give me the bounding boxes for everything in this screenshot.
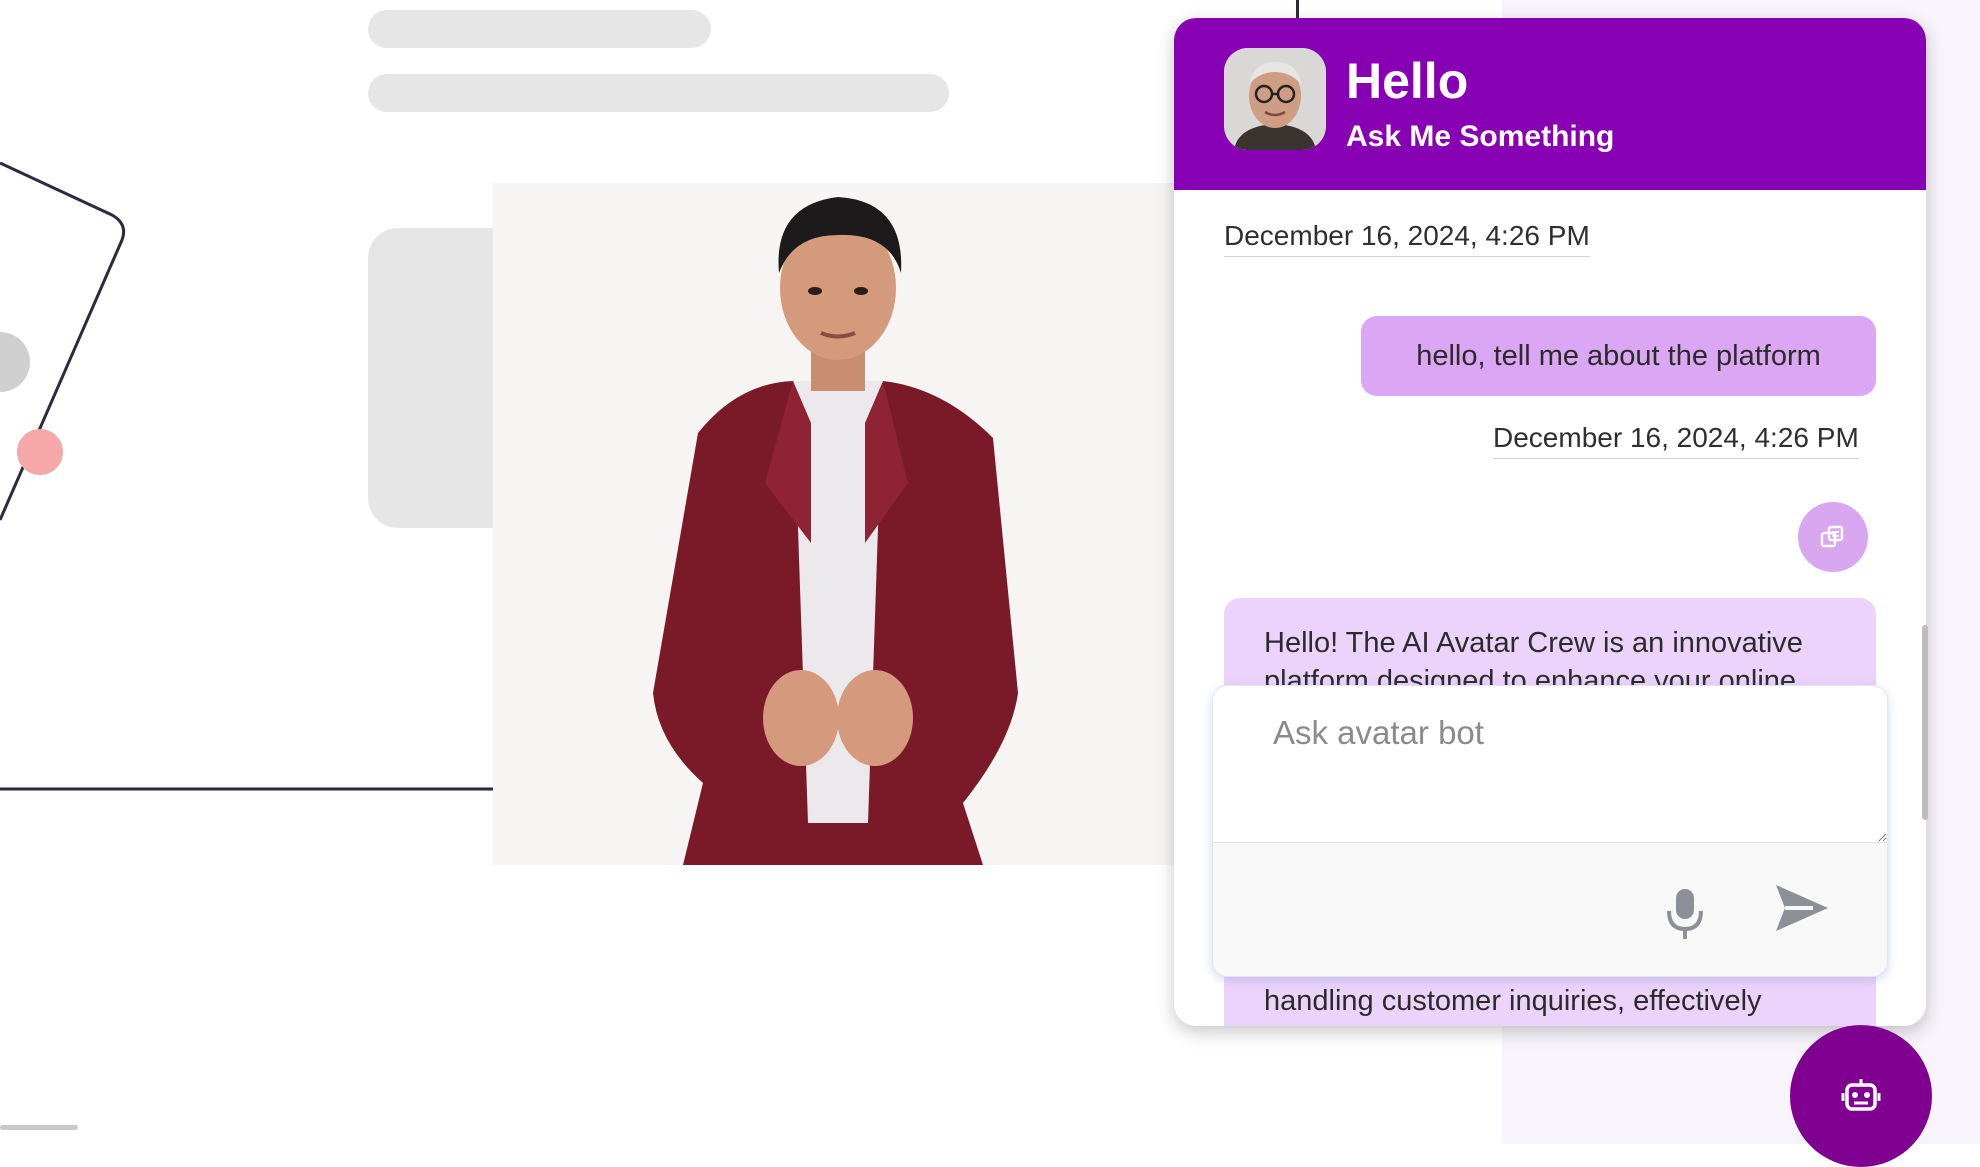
send-button[interactable] xyxy=(1773,879,1831,937)
bot-message-text: handling customer inquiries, effectively xyxy=(1264,985,1762,1017)
user-message-bubble: hello, tell me about the platform xyxy=(1361,316,1876,396)
message-input[interactable] xyxy=(1213,686,1887,842)
composer-toolbar xyxy=(1213,842,1887,976)
copy-icon xyxy=(1820,525,1844,548)
microphone-icon xyxy=(1667,889,1703,939)
message-timestamp: December 16, 2024, 4:26 PM xyxy=(1493,424,1859,459)
bot-avatar xyxy=(1224,48,1326,150)
chat-scrollbar[interactable] xyxy=(1922,625,1928,820)
chat-launcher-button[interactable] xyxy=(1790,1025,1932,1167)
background-illustration xyxy=(0,161,493,791)
header-subtitle: Ask Me Something xyxy=(1346,120,1615,153)
chat-window: Hello Ask Me Something December 16, 2024… xyxy=(1174,18,1926,1026)
chat-header: Hello Ask Me Something xyxy=(1174,18,1926,190)
message-timestamp: December 16, 2024, 4:26 PM xyxy=(1224,222,1590,257)
scroll-indicator xyxy=(0,1125,78,1130)
robot-icon xyxy=(1841,1079,1881,1111)
header-title: Hello xyxy=(1346,53,1469,109)
user-message-text: hello, tell me about the platform xyxy=(1416,339,1821,372)
message-composer xyxy=(1212,685,1888,977)
presenter-illustration xyxy=(493,183,1175,865)
avatar-video[interactable] xyxy=(493,183,1175,865)
divider-tick xyxy=(1296,0,1299,18)
bot-message-text: Hello! The AI Avatar Crew is an innovati… xyxy=(1264,627,1803,659)
send-icon xyxy=(1776,885,1828,931)
microphone-button[interactable] xyxy=(1661,885,1709,941)
avatar-portrait-icon xyxy=(1224,48,1326,150)
copy-button[interactable] xyxy=(1798,502,1868,572)
